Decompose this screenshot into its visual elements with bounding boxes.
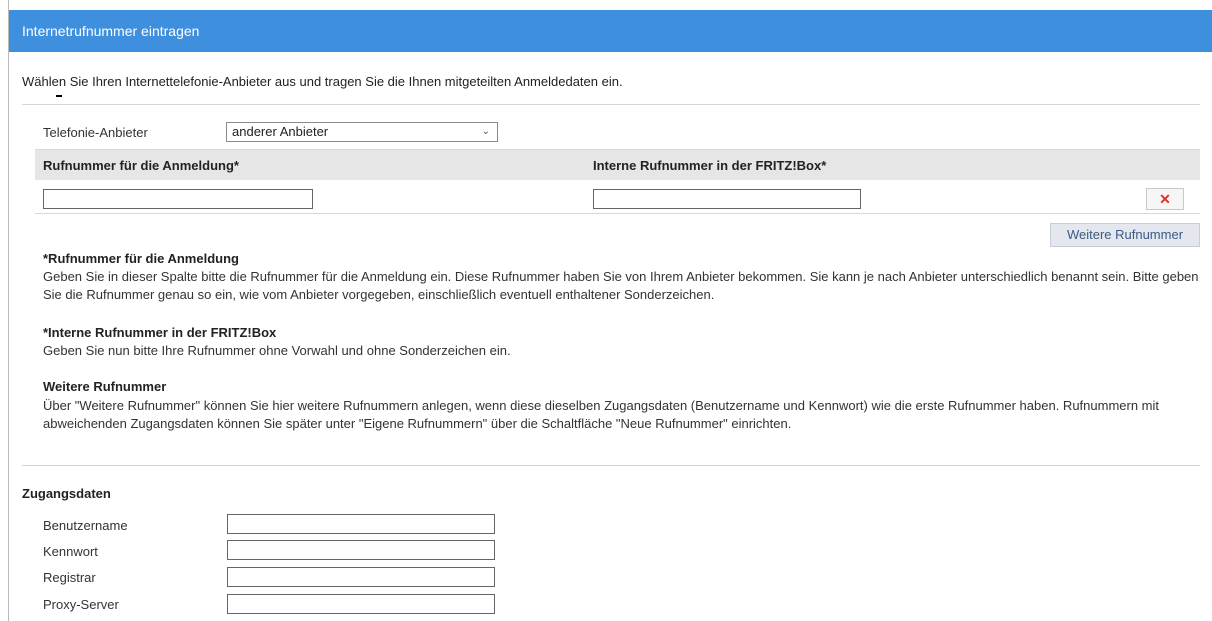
registrar-label: Registrar	[43, 570, 96, 585]
username-input[interactable]	[227, 514, 495, 534]
password-input[interactable]	[227, 540, 495, 560]
numbers-table-header: Rufnummer für die Anmeldung* Interne Ruf…	[35, 149, 1200, 180]
provider-select[interactable]: anderer Anbieter ⌄	[226, 122, 498, 142]
divider	[22, 104, 1200, 105]
credentials-title: Zugangsdaten	[22, 486, 111, 501]
proxy-label: Proxy-Server	[43, 597, 119, 612]
registrar-input[interactable]	[227, 567, 495, 587]
password-label: Kennwort	[43, 544, 98, 559]
username-label: Benutzername	[43, 518, 128, 533]
help-internal-text: Geben Sie nun bitte Ihre Rufnummer ohne …	[43, 343, 511, 358]
delete-row-button[interactable]: ✕	[1146, 188, 1184, 210]
internal-number-input[interactable]	[593, 189, 861, 209]
intro-text: Wählen Sie Ihren Internettelefonie-Anbie…	[22, 74, 623, 89]
column-header-login: Rufnummer für die Anmeldung*	[43, 158, 239, 173]
help-more-text: Über "Weitere Rufnummer" können Sie hier…	[43, 398, 1160, 431]
close-icon: ✕	[1159, 191, 1171, 207]
login-number-input[interactable]	[43, 189, 313, 209]
column-header-internal: Interne Rufnummer in der FRITZ!Box*	[593, 158, 827, 173]
help-internal-title: *Interne Rufnummer in der FRITZ!Box	[43, 325, 277, 340]
page-title: Internetrufnummer eintragen	[9, 10, 1212, 52]
provider-select-value: anderer Anbieter	[232, 124, 329, 139]
chevron-down-icon: ⌄	[481, 126, 490, 137]
help-login-title: *Rufnummer für die Anmeldung	[43, 251, 239, 266]
help-login-text: Geben Sie in dieser Spalte bitte die Ruf…	[43, 269, 1199, 302]
more-numbers-button[interactable]: Weitere Rufnummer	[1050, 223, 1200, 247]
text-cursor	[56, 95, 62, 97]
help-more-title: Weitere Rufnummer	[43, 379, 167, 394]
divider	[22, 465, 1200, 466]
proxy-input[interactable]	[227, 594, 495, 614]
left-border	[8, 0, 9, 621]
provider-label: Telefonie-Anbieter	[43, 125, 148, 140]
